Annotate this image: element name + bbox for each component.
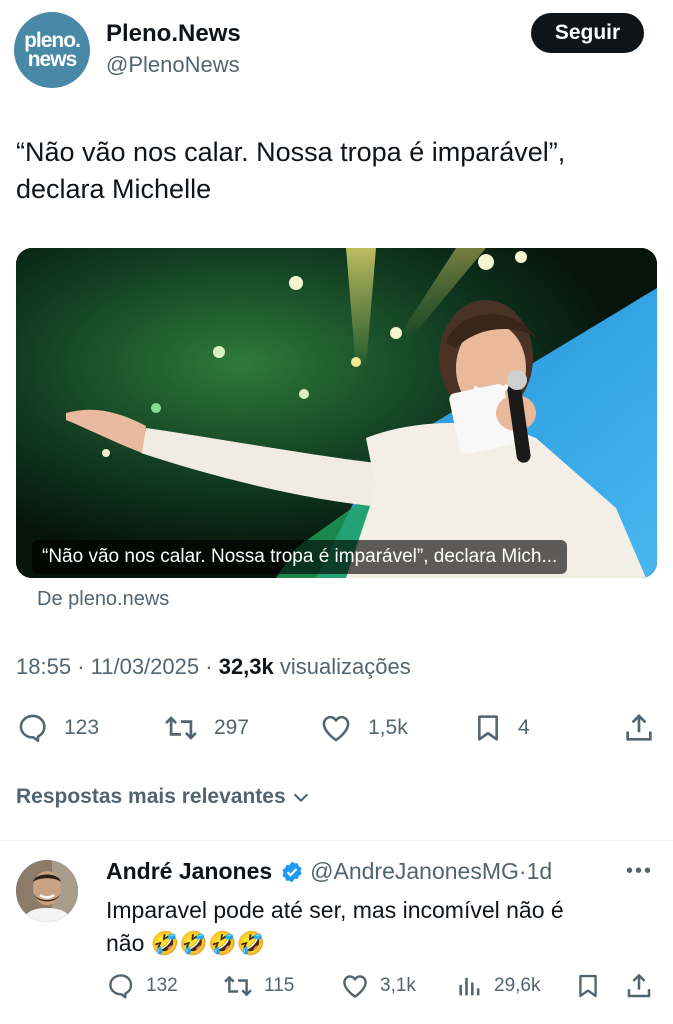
reply-icon <box>109 974 133 999</box>
tweet-time[interactable]: 18:55 <box>16 654 71 679</box>
meta-separator: · <box>518 858 527 884</box>
reply-icon <box>19 714 46 743</box>
tweet-actions: 123 297 1,5k 4 <box>0 706 673 750</box>
reply-retweet-button[interactable]: 115 <box>222 966 294 1006</box>
views-count: 32,3k <box>218 654 274 679</box>
more-options-icon[interactable]: ••• <box>626 860 653 883</box>
share-button[interactable] <box>622 706 670 750</box>
reply-button[interactable]: 123 <box>16 706 99 750</box>
reply-reply-button[interactable]: 132 <box>106 966 178 1006</box>
avatar-logo-line2: news <box>27 48 78 71</box>
share-icon <box>627 973 651 998</box>
tweet-header: pleno. news Pleno.News @PlenoNews Seguir <box>0 0 673 100</box>
verified-badge-icon <box>282 861 302 882</box>
link-card-image[interactable]: “Não vão nos calar. Nossa tropa é impará… <box>16 248 657 578</box>
account-avatar[interactable]: pleno. news <box>14 12 90 88</box>
follow-button[interactable]: Seguir <box>531 13 644 53</box>
account-name[interactable]: Pleno.News <box>106 20 241 48</box>
divider <box>0 840 673 841</box>
views-chart-icon <box>459 977 480 996</box>
bookmark-icon <box>478 715 498 741</box>
retweet-icon <box>224 975 252 997</box>
meta-separator: · <box>205 654 219 679</box>
heart-icon <box>343 975 367 998</box>
tweet-date[interactable]: 11/03/2025 <box>91 654 199 679</box>
retweet-button[interactable]: 297 <box>162 706 249 750</box>
like-count: 1,5k <box>368 716 408 739</box>
tweet-text-line1: “Não vão nos calar. Nossa tropa é impará… <box>16 137 566 167</box>
bookmark-count: 4 <box>518 716 530 739</box>
meta-separator: · <box>77 654 91 679</box>
reply-header: André Janones @AndreJanonesMG · 1d <box>106 858 552 885</box>
laughing-emoji: 🤣🤣🤣🤣 <box>150 930 266 956</box>
bookmark-button[interactable]: 4 <box>472 706 530 750</box>
reply-views-count: 29,6k <box>494 975 541 996</box>
retweet-count: 297 <box>214 716 250 739</box>
reply-bookmark-button[interactable] <box>574 966 612 1006</box>
retweet-icon <box>165 716 197 740</box>
reply-count: 123 <box>64 716 100 739</box>
reply-text-line2: não 🤣🤣🤣🤣 <box>106 927 646 960</box>
like-button[interactable]: 1,5k <box>318 706 408 750</box>
reply-actions: 132 115 3,1k 29,6k <box>0 966 673 1006</box>
link-card-title: “Não vão nos calar. Nossa tropa é impará… <box>32 540 568 574</box>
reply-avatar[interactable] <box>16 860 78 922</box>
heart-icon <box>322 715 350 742</box>
event-photo <box>16 248 657 578</box>
reply-text-line1: Imparavel pode até ser, mas incomível nã… <box>106 897 564 923</box>
reply-like-count: 3,1k <box>380 975 416 996</box>
reply-author-handle[interactable]: @AndreJanonesMG <box>310 858 519 885</box>
reply-like-button[interactable]: 3,1k <box>340 966 416 1006</box>
link-source[interactable]: De pleno.news <box>37 588 169 611</box>
reply-reply-count: 132 <box>146 975 178 996</box>
tweet-text: “Não vão nos calar. Nossa tropa é impará… <box>16 134 656 208</box>
views-label: visualizações <box>279 654 411 679</box>
replies-sort-label: Respostas mais relevantes <box>16 785 286 808</box>
account-handle[interactable]: @PlenoNews <box>106 52 240 78</box>
share-icon <box>626 714 652 741</box>
tweet-meta: 18:55 · 11/03/2025 · 32,3k visualizações <box>16 654 411 680</box>
reply-time[interactable]: 1d <box>527 858 553 885</box>
chevron-down-icon <box>293 793 308 803</box>
reply-share-button[interactable] <box>624 966 664 1006</box>
reply-retweet-count: 115 <box>264 975 295 996</box>
reply-text-line2-word: não <box>106 930 145 956</box>
reply-views-button[interactable]: 29,6k <box>456 966 540 1006</box>
reply-text: Imparavel pode até ser, mas incomível nã… <box>106 894 646 960</box>
avatar <box>16 860 78 922</box>
bookmark-icon <box>579 974 597 998</box>
tweet-text-line2: declara Michelle <box>16 174 212 204</box>
reply-author-name[interactable]: André Janones <box>106 858 272 885</box>
replies-sort-toggle[interactable]: Respostas mais relevantes <box>16 785 312 809</box>
